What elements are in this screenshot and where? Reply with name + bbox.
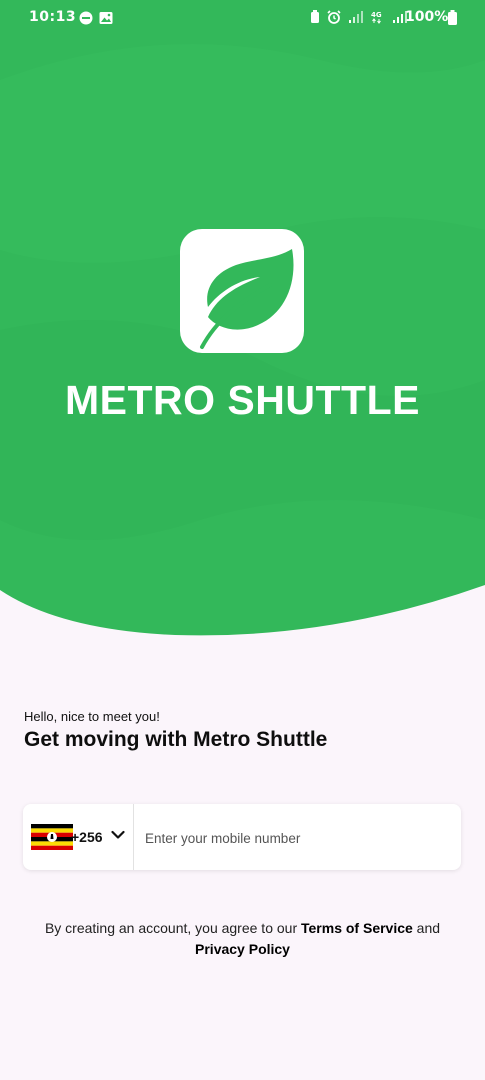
do-not-disturb-icon xyxy=(79,11,93,25)
signal-icon xyxy=(349,11,363,23)
page-title: Get moving with Metro Shuttle xyxy=(24,728,328,751)
app-logo xyxy=(180,229,304,353)
gallery-icon xyxy=(99,12,113,24)
uganda-flag-icon xyxy=(31,824,73,850)
chevron-down-icon xyxy=(111,830,125,839)
hero-banner: 10:13 4G 100% METRO SHUTTLE xyxy=(0,0,485,640)
battery-icon xyxy=(448,10,457,25)
terms-of-service-link[interactable]: Terms of Service xyxy=(301,920,413,936)
privacy-policy-link[interactable]: Privacy Policy xyxy=(195,941,290,957)
mobile-number-input[interactable] xyxy=(135,804,467,872)
greeting-text: Hello, nice to meet you! xyxy=(24,709,160,724)
leaf-icon xyxy=(200,249,294,349)
field-divider xyxy=(133,804,134,870)
legal-notice: By creating an account, you agree to our… xyxy=(40,918,445,960)
country-code-picker[interactable]: +256 xyxy=(23,804,133,870)
app-name: METRO SHUTTLE xyxy=(65,377,420,423)
svg-text:4G: 4G xyxy=(371,11,382,19)
4g-icon: 4G xyxy=(371,11,382,24)
legal-prefix: By creating an account, you agree to our xyxy=(44,920,301,936)
status-bar: 10:13 4G 100% xyxy=(0,0,485,36)
battery-percent: 100% xyxy=(405,9,449,25)
battery-saver-icon xyxy=(311,10,319,23)
dial-code: +256 xyxy=(71,829,103,845)
legal-conjunction: and xyxy=(412,920,441,936)
phone-number-field: +256 xyxy=(23,804,467,872)
alarm-icon xyxy=(327,10,341,24)
status-time: 10:13 xyxy=(29,9,77,25)
